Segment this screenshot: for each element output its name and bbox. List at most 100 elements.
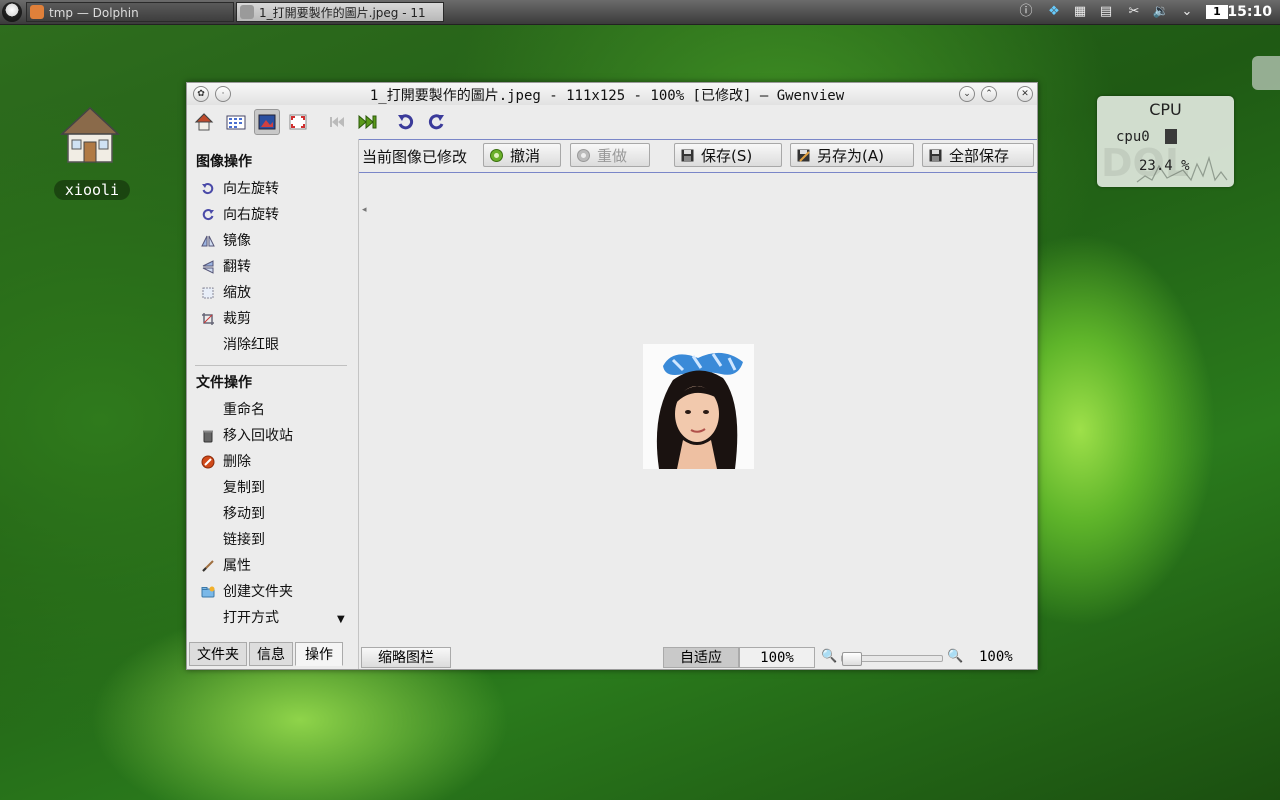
displayed-photo[interactable]: [643, 344, 754, 469]
rotate-right-button[interactable]: [423, 109, 449, 135]
folder-new-icon: [201, 586, 215, 598]
tab-operations[interactable]: 操作: [295, 642, 343, 666]
sidebar-item-label: 创建文件夹: [223, 584, 293, 600]
undo-icon: [490, 149, 503, 162]
previous-image-button[interactable]: [324, 109, 350, 135]
cpu-monitor-widget: DOL CPU cpu0 23.4 %: [1097, 96, 1234, 187]
trash-icon: [203, 430, 213, 443]
gwenview-window: ✿ · 1_打開要製作的圖片.jpeg - 111x125 - 100% [已修…: [186, 82, 1038, 670]
save-label: 保存(S): [701, 147, 753, 165]
fullscreen-button[interactable]: [285, 109, 311, 135]
redo-icon: [577, 149, 590, 162]
thumbnail-grid-icon: [226, 115, 246, 130]
zoom-out-icon[interactable]: 🔍: [821, 649, 837, 664]
sidebar-item-open-with[interactable]: 打开方式 ▼: [201, 607, 351, 629]
sidebar-separator: [195, 365, 347, 366]
go-last-icon: [358, 114, 377, 130]
rotate-left-icon: [398, 114, 414, 130]
close-button[interactable]: ✕: [1017, 86, 1033, 102]
zoom-slider-handle[interactable]: [842, 652, 862, 666]
thumbnail-bar-button[interactable]: 缩略图栏: [361, 647, 451, 668]
sidebar-item-label: 移入回收站: [223, 428, 293, 444]
volume-icon[interactable]: 🔉: [1148, 3, 1174, 21]
rotate-left-button[interactable]: [393, 109, 419, 135]
undo-button[interactable]: 撤消: [483, 143, 561, 167]
redo-button[interactable]: 重做: [570, 143, 650, 167]
delete-icon: [201, 455, 215, 469]
on-all-desktops-icon[interactable]: ·: [215, 86, 231, 102]
zoom-to-fit-button[interactable]: 自适应: [663, 647, 739, 668]
sidebar-item-flip[interactable]: 翻转: [201, 256, 351, 278]
sidebar-item-delete[interactable]: 删除: [201, 451, 351, 473]
save-all-label: 全部保存: [949, 147, 1010, 165]
sidebar-item-properties[interactable]: 属性: [201, 555, 351, 577]
scroll-down-icon[interactable]: ▼: [337, 609, 345, 631]
task-dolphin[interactable]: tmp — Dolphin: [26, 2, 234, 22]
zoom-slider[interactable]: [841, 652, 943, 666]
sidebar-item-mirror[interactable]: 镜像: [201, 230, 351, 252]
pager-desktop[interactable]: 1: [1206, 5, 1228, 19]
sidebar-item-red-eye[interactable]: 消除红眼: [201, 334, 351, 356]
resize-icon: [202, 287, 214, 299]
home-folder-label[interactable]: xiooli: [54, 180, 130, 200]
sidebar-item-label: 移动到: [223, 506, 265, 522]
dropbox-icon[interactable]: ❖: [1044, 3, 1064, 21]
save-as-button[interactable]: 另存为(A): [790, 143, 914, 167]
tab-folders[interactable]: 文件夹: [189, 642, 247, 666]
window-menu-icon[interactable]: ✿: [193, 86, 209, 102]
minimize-button[interactable]: ⌄: [959, 86, 975, 102]
next-image-button[interactable]: [355, 109, 381, 135]
sidebar-item-rotate-left[interactable]: 向左旋转: [201, 178, 351, 200]
save-all-icon: [929, 149, 942, 162]
flip-icon: [202, 260, 214, 274]
cpu-value: 23.4 %: [1139, 158, 1190, 174]
undo-label: 撤消: [510, 147, 541, 165]
browse-home-button[interactable]: [191, 109, 217, 135]
task-gwenview[interactable]: 1_打開要製作的圖片.jpeg - 11: [236, 2, 444, 22]
save-button[interactable]: 保存(S): [674, 143, 782, 167]
sidebar-item-label: 翻转: [223, 259, 251, 275]
tab-information[interactable]: 信息: [249, 642, 293, 666]
redo-label: 重做: [597, 147, 628, 165]
clock[interactable]: 15:10: [1227, 2, 1272, 22]
sidebar-item-trash[interactable]: 移入回收站: [201, 425, 351, 447]
sidebar-item-rename[interactable]: 重命名: [201, 399, 351, 421]
sidebar-tabs: 文件夹 信息 操作: [189, 642, 357, 668]
info-icon[interactable]: ⓘ: [1016, 3, 1036, 21]
browse-button[interactable]: [223, 109, 249, 135]
sidebar-item-new-folder[interactable]: 创建文件夹: [201, 581, 351, 603]
collapse-sidebar-icon[interactable]: ◂: [362, 205, 367, 215]
sidebar-item-rotate-right[interactable]: 向右旋转: [201, 204, 351, 226]
image-operations-title: 图像操作: [196, 154, 252, 170]
sidebar-item-move-to[interactable]: 移动到: [201, 503, 351, 525]
sidebar-item-label: 链接到: [223, 532, 265, 548]
zoom-100-button[interactable]: 100%: [739, 647, 815, 668]
panel-toggle-icon[interactable]: [1252, 56, 1280, 90]
chevron-down-icon[interactable]: ⌄: [1178, 3, 1196, 21]
sidebar-item-crop[interactable]: 裁剪: [201, 308, 351, 330]
sidebar-item-resize[interactable]: 缩放: [201, 282, 351, 304]
cpu-title: CPU: [1149, 100, 1182, 119]
sidebar-item-link-to[interactable]: 链接到: [201, 529, 351, 551]
rotate-left-icon: [202, 183, 214, 195]
mirror-icon: [201, 235, 215, 247]
maximize-button[interactable]: ⌃: [981, 86, 997, 102]
zoom-in-icon[interactable]: 🔍: [947, 649, 963, 664]
window-title: 1_打開要製作的圖片.jpeg - 111x125 - 100% [已修改] —…: [369, 88, 845, 104]
home-folder-icon[interactable]: [58, 104, 122, 168]
crop-icon: [202, 313, 214, 325]
cpu-usage-bar: [1165, 129, 1177, 144]
task-label: 1_打開要製作的圖片.jpeg - 11: [259, 6, 426, 20]
window-titlebar[interactable]: ✿ · 1_打開要製作的圖片.jpeg - 111x125 - 100% [已修…: [187, 83, 1037, 105]
image-view-icon: [258, 114, 276, 130]
save-all-button[interactable]: 全部保存: [922, 143, 1034, 167]
clipboard-scissors-icon[interactable]: ✂: [1124, 3, 1144, 21]
go-first-icon: [330, 117, 344, 127]
sidebar-item-copy-to[interactable]: 复制到: [201, 477, 351, 499]
start-menu-icon[interactable]: [2, 2, 22, 22]
network-monitor-icon[interactable]: ▦: [1068, 3, 1092, 21]
view-button[interactable]: [254, 109, 280, 135]
home-icon: [194, 113, 214, 131]
sidebar-item-label: 镜像: [223, 233, 251, 249]
printer-icon[interactable]: ▤: [1094, 3, 1118, 21]
